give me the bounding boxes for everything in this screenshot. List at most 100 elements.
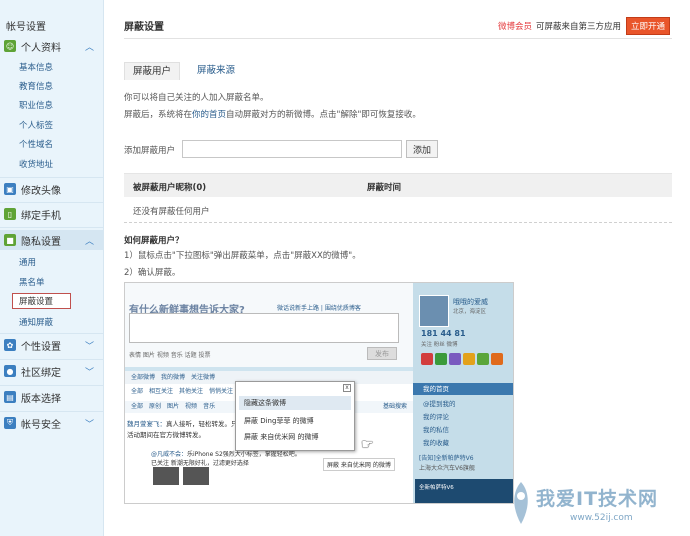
profile-stats: 181 44 81 <box>421 329 466 338</box>
empty-state-text: 还没有屏蔽任何用户 <box>133 207 210 217</box>
homepage-link[interactable]: 你的首页 <box>192 110 226 120</box>
howto-title: 如何屏蔽用户？ <box>124 236 184 246</box>
sidebar-item-blacklist[interactable]: 黑名单 <box>19 276 45 288</box>
phone-icon: ▯ <box>4 208 16 220</box>
watermark: 我爱IT技术网 www.52ij.com <box>506 478 688 532</box>
post-button: 发布 <box>367 347 397 360</box>
my-home-link: 我的首页 <box>413 383 513 395</box>
sidebar-item-career[interactable]: 职业信息 <box>19 99 53 111</box>
sidebar-section-label: 社区绑定 <box>21 367 61 379</box>
hand-cursor-icon: ☛ <box>361 437 374 453</box>
description-text: 自动屏蔽对方的新微博。点击"解除"即可恢复接收。 <box>226 110 421 120</box>
sidebar-item-notify-block[interactable]: 通知屏蔽 <box>19 316 53 328</box>
sidebar-section-label: 版本选择 <box>21 393 61 405</box>
post-user: 魏月萱宴飞： <box>127 420 166 428</box>
open-vip-button[interactable]: 立即开通 <box>625 17 670 35</box>
sidebar-item-block-settings[interactable]: 屏蔽设置 <box>12 293 71 309</box>
compose-tools: 表情 图片 视频 音乐 话题 投票 <box>129 352 211 359</box>
chevron-down-icon: ﹀ <box>84 368 94 378</box>
sidebar-item-address[interactable]: 收货地址 <box>19 158 53 170</box>
style-icon: ✿ <box>4 339 16 351</box>
feed-subtab: 其他关注 <box>179 388 204 395</box>
menu-item: 我的收藏 <box>423 439 449 447</box>
compose-links: 微话说新手上路 | 围绕优质博客 <box>277 305 361 312</box>
feed-post: @凡威不会：乐iPhone S2强烈大小标签，掌握轻松吧。 已关注 新潮无限好礼… <box>151 449 301 467</box>
vip-text: 可屏蔽来自第三方应用 <box>535 22 621 32</box>
feed-tab: 我的微博 <box>161 374 186 381</box>
compose-textarea <box>129 313 399 343</box>
column-header-time: 屏蔽时间 <box>367 183 402 193</box>
feed-filter-item: 图片 <box>167 403 180 410</box>
profile-location: 北京，海淀区 <box>453 309 487 315</box>
avatar <box>419 295 449 327</box>
sidebar-section-avatar[interactable]: ▣ 修改头像 <box>0 179 103 199</box>
sidebar-section-label: 帐号安全 <box>21 419 61 431</box>
profile-stat-labels: 关注 粉丝 微博 <box>421 342 458 348</box>
lock-icon: ■ <box>4 234 16 246</box>
chevron-down-icon: ﹀ <box>84 420 94 430</box>
divider <box>124 38 672 39</box>
sidebar-item-education[interactable]: 教育信息 <box>19 80 53 92</box>
sidebar-section-version[interactable]: ▤ 版本选择 <box>0 387 103 407</box>
profile-name: 哦哦的爱威 <box>453 298 488 306</box>
sidebar-section-label: 个人资料 <box>21 42 61 54</box>
description-line-1: 你可以将自己关注的人加入屏蔽名单。 <box>124 93 269 103</box>
sidebar-section-phone[interactable]: ▯ 绑定手机 <box>0 204 103 224</box>
sidebar-section-security[interactable]: ⛨ 帐号安全 ﹀ <box>0 413 103 433</box>
search-link: 基础搜索 <box>382 403 407 410</box>
version-icon: ▤ <box>4 391 16 403</box>
main-content: 屏蔽设置 微博会员 可屏蔽来自第三方应用 立即开通 屏蔽用户 屏蔽来源 你可以将… <box>104 0 690 536</box>
watermark-logo-icon <box>514 482 528 524</box>
post-text: 已关注 新潮无限好礼，过滤更好选择 <box>151 460 249 467</box>
vip-link[interactable]: 微博会员 <box>498 20 532 32</box>
page: 帐号设置 ☺ 个人资料 ︿ 基本信息 教育信息 职业信息 个人标签 个性域名 收… <box>0 0 690 536</box>
sidebar-item-domain[interactable]: 个性域名 <box>19 138 53 150</box>
watermark-text: 我爱IT技术网 <box>536 488 659 510</box>
sidebar: 帐号设置 ☺ 个人资料 ︿ 基本信息 教育信息 职业信息 个人标签 个性域名 收… <box>0 0 104 536</box>
divider <box>0 202 103 203</box>
sidebar-item-tags[interactable]: 个人标签 <box>19 119 53 131</box>
menu-hide-post: 隐藏这条微博 <box>239 396 351 410</box>
app-icon <box>435 353 447 365</box>
feed-tab: 全部微博 <box>131 374 156 381</box>
post-thumbnail <box>153 467 179 485</box>
block-source-link: 屏蔽 来自优米网 的微博 <box>323 458 395 471</box>
sidebar-section-personal-style[interactable]: ✿ 个性设置 ﹀ <box>0 335 103 355</box>
app-icon <box>463 353 475 365</box>
post-text: 乐iPhone S2强烈大小标签，掌握轻松吧。 <box>187 451 301 458</box>
divider <box>0 385 103 386</box>
tab-block-sources[interactable]: 屏蔽来源 <box>189 62 243 80</box>
divider <box>0 359 103 360</box>
ad-title: [告知]全新帕萨特V6 <box>419 455 474 462</box>
divider <box>0 333 103 334</box>
divider <box>0 411 103 412</box>
menu-item: 我的评论 <box>423 413 449 421</box>
feed-filter-item: 音乐 <box>203 403 216 410</box>
sidebar-item-general[interactable]: 通用 <box>19 256 36 268</box>
vip-promo: 微博会员 可屏蔽来自第三方应用 立即开通 <box>498 17 670 35</box>
sidebar-title: 帐号设置 <box>6 22 46 33</box>
add-button[interactable]: 添加 <box>406 140 438 158</box>
avatar-icon: ▣ <box>4 183 16 195</box>
sidebar-section-profile[interactable]: ☺ 个人资料 ︿ <box>0 36 103 56</box>
tab-block-users[interactable]: 屏蔽用户 <box>124 62 181 80</box>
feed-subtab: 全部 <box>131 388 144 395</box>
sidebar-section-privacy[interactable]: ■ 隐私设置 ︿ <box>0 230 103 250</box>
post-user: @凡威不会： <box>151 451 188 458</box>
feed-tab: 关注微博 <box>191 374 216 381</box>
sidebar-item-basic-info[interactable]: 基本信息 <box>19 61 53 73</box>
watermark-url: www.52ij.com <box>570 513 633 523</box>
divider <box>124 222 672 223</box>
post-thumbnail <box>183 467 209 485</box>
feed-subtab: 相互关注 <box>149 388 174 395</box>
sidebar-section-community[interactable]: ● 社区绑定 ﹀ <box>0 361 103 381</box>
sidebar-section-label: 隐私设置 <box>21 236 61 248</box>
feed-filter-item: 原创 <box>149 403 162 410</box>
add-user-input[interactable] <box>182 140 402 158</box>
page-title: 屏蔽设置 <box>124 22 164 33</box>
menu-block-source: 屏蔽 来自优米网 的微博 <box>244 433 319 441</box>
chevron-up-icon: ︿ <box>84 237 94 247</box>
sidebar-section-label: 修改头像 <box>21 185 61 197</box>
divider <box>0 227 103 228</box>
compose-area: 有什么新鲜事想告诉大家? 微话说新手上路 | 围绕优质博客 表情 图片 视频 音… <box>125 283 413 367</box>
